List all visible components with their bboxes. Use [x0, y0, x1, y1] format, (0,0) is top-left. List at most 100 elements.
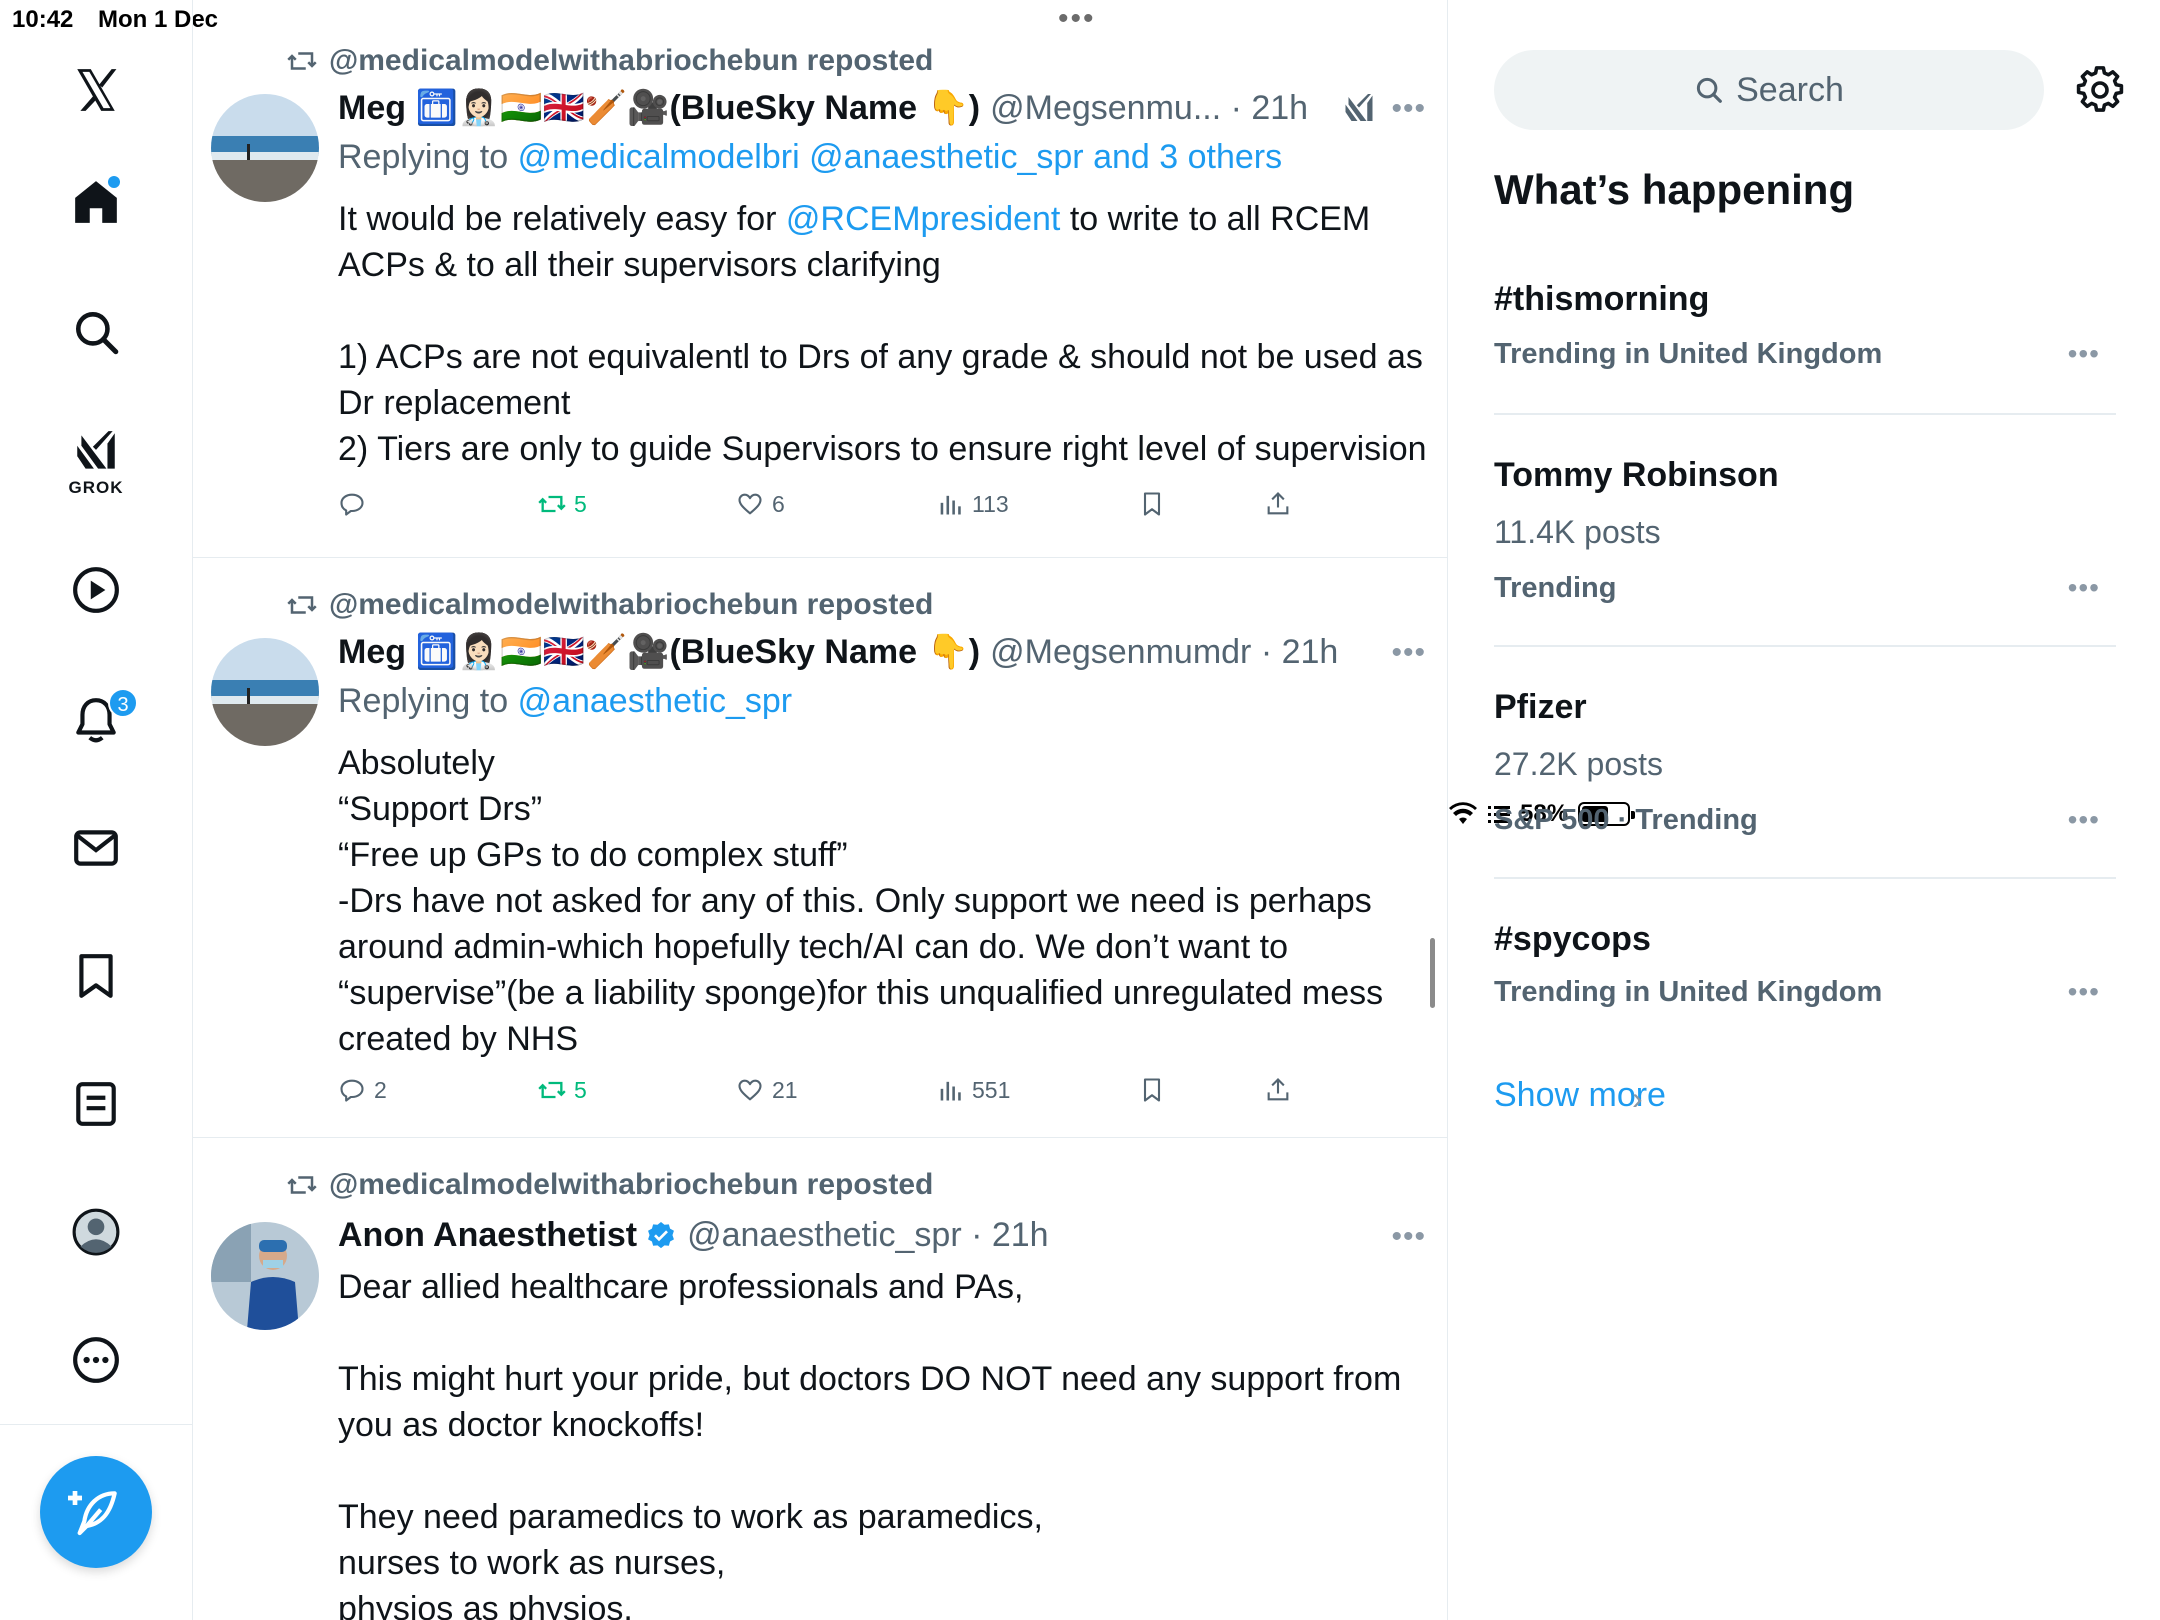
- tweet-header: Meg 🛅👩🏻‍⚕️🇮🇳🇬🇧🏏🎥(BlueSky Name 👇) @Megsen…: [338, 632, 1338, 672]
- views-button[interactable]: 113: [936, 490, 1009, 518]
- reply-icon: [340, 1079, 364, 1102]
- avatar[interactable]: [211, 94, 319, 202]
- trend-item[interactable]: Tommy Robinson 11.4K posts Trending •••: [1494, 452, 2116, 622]
- replying-to: Replying to @medicalmodelbri @anaestheti…: [338, 138, 1282, 177]
- tweet-more-icon[interactable]: •••: [1391, 1220, 1426, 1254]
- tweet[interactable]: @medicalmodelwithabriochebun reposted Me…: [193, 0, 1447, 558]
- share-button[interactable]: [1264, 1076, 1292, 1104]
- share-button[interactable]: [1264, 490, 1292, 518]
- search-input[interactable]: Search: [1494, 50, 2044, 130]
- author-name[interactable]: Anon Anaesthetist: [338, 1216, 637, 1255]
- nav-divider: [0, 1424, 193, 1425]
- trend-more-icon[interactable]: •••: [2068, 804, 2100, 836]
- share-icon: [1267, 492, 1289, 515]
- repost-button[interactable]: 5: [538, 1076, 587, 1104]
- right-sidebar: Search What’s happening #thismorning Tre…: [1448, 0, 2160, 1620]
- grok-analyze-icon[interactable]: [1341, 90, 1377, 128]
- reply-button[interactable]: 2: [338, 1076, 387, 1104]
- tweet-text: Absolutely “Support Drs” “Free up GPs to…: [338, 744, 1384, 1058]
- bookmark-icon: [1143, 1078, 1161, 1102]
- repost-icon: [287, 1176, 317, 1194]
- trend-context: Trending in United Kingdom: [1494, 976, 1883, 1008]
- reply-button[interactable]: [338, 490, 374, 518]
- trend-name: #thismorning: [1494, 280, 1710, 318]
- trend-item[interactable]: #spycops Trending in United Kingdom •••: [1494, 916, 2116, 1026]
- tweet-text-part: to write to all RCEM ACPs & to all their…: [338, 200, 1427, 468]
- avatar[interactable]: [211, 1222, 319, 1330]
- bookmark-button[interactable]: [1138, 1076, 1166, 1104]
- author-handle-time[interactable]: @Megsenmu... · 21h: [990, 89, 1308, 128]
- bookmark-button[interactable]: [1138, 490, 1166, 518]
- bookmark-icon: [1143, 492, 1161, 516]
- settings-gear-icon[interactable]: [2076, 66, 2124, 114]
- scrollbar-thumb[interactable]: [1430, 938, 1435, 1008]
- author-handle-time[interactable]: @Megsenmumdr · 21h: [990, 633, 1338, 672]
- trend-context: S&P 500 · Trending: [1494, 804, 1758, 836]
- chevron-right-icon: ›: [1632, 1080, 1643, 1116]
- repost-icon: [287, 52, 317, 70]
- like-button[interactable]: 6: [736, 490, 785, 518]
- like-count: 6: [772, 490, 785, 517]
- repost-button[interactable]: 5: [538, 490, 587, 518]
- more-options-icon[interactable]: [64, 1328, 128, 1392]
- author-name[interactable]: Meg 🛅👩🏻‍⚕️🇮🇳🇬🇧🏏🎥(BlueSky Name 👇): [338, 88, 980, 128]
- repost-icon: [287, 596, 317, 614]
- trend-item[interactable]: Pfizer 27.2K posts S&P 500 · Trending ••…: [1494, 684, 2116, 854]
- x-logo-icon[interactable]: [64, 58, 128, 122]
- notifications-badge: 3: [108, 688, 138, 718]
- tweet-text: It would be relatively easy for @RCEMpre…: [338, 196, 1428, 472]
- trend-divider: [1494, 645, 2116, 647]
- timeline-feed[interactable]: @medicalmodelwithabriochebun reposted Me…: [193, 0, 1448, 1620]
- repost-action-icon: [538, 1081, 566, 1099]
- tweet-actions: 5 6 113: [338, 490, 1298, 530]
- reply-count: 2: [374, 1076, 387, 1103]
- repost-count: 5: [574, 1076, 587, 1103]
- home-unread-dot: [108, 176, 120, 188]
- trend-item[interactable]: #thismorning Trending in United Kingdom …: [1494, 278, 2116, 408]
- left-nav: GROK 3: [0, 0, 193, 1620]
- trend-context: Trending in United Kingdom: [1494, 338, 1883, 370]
- verified-badge-icon: [648, 1221, 675, 1248]
- tweet-actions: 2 5 21 551: [338, 1076, 1298, 1116]
- trend-name: #spycops: [1494, 920, 1651, 958]
- views-count: 113: [972, 490, 1009, 517]
- trend-divider: [1494, 877, 2116, 879]
- repost-count: 5: [574, 490, 587, 517]
- trend-more-icon[interactable]: •••: [2068, 976, 2100, 1008]
- author-handle-time[interactable]: @anaesthetic_spr · 21h: [687, 1216, 1049, 1255]
- trend-name: Tommy Robinson: [1494, 456, 1779, 494]
- views-button[interactable]: 551: [936, 1076, 1010, 1104]
- profile-avatar-icon[interactable]: [64, 1200, 128, 1264]
- video-icon[interactable]: [64, 558, 128, 622]
- replying-to-links[interactable]: @anaesthetic_spr: [518, 682, 793, 720]
- trend-more-icon[interactable]: •••: [2068, 572, 2100, 604]
- tweet-text: Dear allied healthcare professionals and…: [338, 1268, 1402, 1620]
- bookmarks-icon[interactable]: [64, 944, 128, 1008]
- mention-link[interactable]: @RCEMpresident: [786, 200, 1061, 238]
- replying-to-links[interactable]: @medicalmodelbri @anaesthetic_spr and 3 …: [518, 138, 1283, 176]
- like-button[interactable]: 21: [736, 1076, 798, 1104]
- repost-indicator: @medicalmodelwithabriochebun reposted: [285, 44, 933, 78]
- repost-indicator: @medicalmodelwithabriochebun reposted: [285, 588, 933, 622]
- tweet-more-icon[interactable]: •••: [1391, 636, 1426, 670]
- replying-to: Replying to @anaesthetic_spr: [338, 682, 792, 721]
- tweet-text-part: It would be relatively easy for: [338, 200, 786, 238]
- tweet[interactable]: @medicalmodelwithabriochebun reposted An…: [193, 1138, 1447, 1620]
- grok-icon[interactable]: [64, 420, 128, 484]
- trend-more-icon[interactable]: •••: [2068, 338, 2100, 370]
- repost-label: @medicalmodelwithabriochebun reposted: [329, 44, 934, 77]
- lists-icon[interactable]: [64, 1072, 128, 1136]
- compose-post-button[interactable]: [40, 1456, 152, 1568]
- trend-name: Pfizer: [1494, 688, 1587, 726]
- tweet-more-icon[interactable]: •••: [1391, 92, 1426, 126]
- author-name[interactable]: Meg 🛅👩🏻‍⚕️🇮🇳🇬🇧🏏🎥(BlueSky Name 👇): [338, 632, 980, 672]
- tweet-header: Meg 🛅👩🏻‍⚕️🇮🇳🇬🇧🏏🎥(BlueSky Name 👇) @Megsen…: [338, 88, 1308, 128]
- like-count: 21: [772, 1076, 798, 1103]
- search-icon[interactable]: [64, 300, 128, 364]
- trend-context: Trending: [1494, 572, 1617, 604]
- views-chart-icon: [940, 495, 961, 515]
- tweet[interactable]: @medicalmodelwithabriochebun reposted Me…: [193, 558, 1447, 1138]
- avatar[interactable]: [211, 638, 319, 746]
- trend-post-count: 27.2K posts: [1494, 746, 1663, 782]
- messages-mail-icon[interactable]: [64, 816, 128, 880]
